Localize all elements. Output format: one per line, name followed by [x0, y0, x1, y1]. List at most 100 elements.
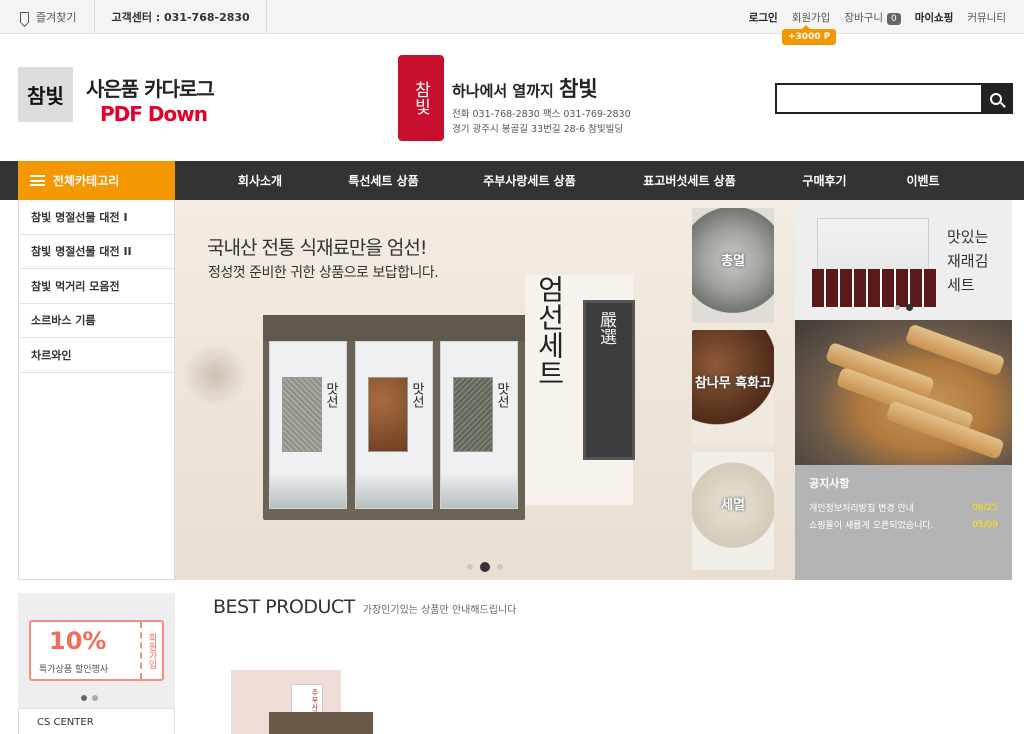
card-hills — [270, 473, 346, 508]
catalog-title: 사은품 카다로그 — [86, 77, 215, 101]
card-window — [453, 377, 493, 452]
gift-card: 맛선 — [269, 341, 347, 509]
seaweed-box-image — [812, 218, 936, 307]
product-packs — [269, 712, 373, 734]
favorites-link[interactable]: 즐겨찾기 — [20, 0, 96, 34]
best-product-title: BEST PRODUCT — [213, 596, 355, 618]
catalog-download-link[interactable]: 사은품 카다로그 PDF Down — [86, 73, 215, 126]
nav-item-company[interactable]: 회사소개 — [195, 172, 325, 189]
mypage-link[interactable]: 마이쇼핑 — [915, 10, 954, 25]
best-product-header: BEST PRODUCT 가장인기있는 상품만 안내해드립니다 — [213, 596, 516, 618]
notice-item[interactable]: 개인정보처리방침 변경 안내 06/25 — [809, 499, 998, 516]
pagination-dot[interactable] — [467, 564, 473, 570]
seal-scroll: 嚴選 — [583, 300, 635, 460]
side-ad-line: 세트 — [947, 276, 975, 294]
card-window — [368, 377, 408, 452]
side-ad-line: 맛있는 — [947, 228, 989, 246]
best-product-subtitle: 가장인기있는 상품만 안내해드립니다 — [362, 605, 517, 616]
pagination-dot-active[interactable] — [906, 304, 913, 311]
all-categories-label: 전체카테고리 — [53, 174, 120, 188]
search-input[interactable] — [777, 85, 981, 112]
tree-illustration — [185, 340, 245, 410]
notice-text: 쇼핑몰이 새롭게 오픈되었습니다. — [809, 521, 934, 531]
photo-label: 세멸 — [721, 498, 745, 513]
login-link[interactable]: 로그인 — [749, 10, 778, 25]
all-categories-button[interactable]: 전체카테고리 — [18, 161, 175, 200]
notice-box: 공지사항 개인정보처리방침 변경 안내 06/25 쇼핑몰이 새롭게 오픈되었습… — [795, 465, 1012, 580]
bookmark-icon — [20, 11, 29, 23]
search-button[interactable] — [981, 85, 1011, 112]
brand-address: 경기 광주시 봉골길 33번길 28-6 참빛빌딩 — [452, 124, 624, 135]
category-item[interactable]: 참빛 명절선물 대전 II — [19, 235, 174, 269]
catalog-logo[interactable]: 참빛 — [18, 67, 73, 122]
cart-count-badge: 0 — [886, 12, 901, 25]
promo-pagination — [81, 695, 98, 701]
banner-pagination — [467, 562, 503, 572]
join-link[interactable]: 회원가입 — [792, 10, 831, 25]
tagline-prefix: 하나에서 열까지 — [452, 82, 554, 100]
category-item[interactable]: 참빛 먹거리 모음전 — [19, 269, 174, 304]
category-item[interactable]: 참빛 명절선물 대전 I — [19, 200, 174, 235]
menu-icon — [30, 175, 45, 186]
pagination-dot-active[interactable] — [81, 695, 87, 701]
search-box — [775, 83, 1013, 114]
category-list: 참빛 명절선물 대전 I 참빛 명절선물 대전 II 참빛 먹거리 모음전 소르… — [18, 200, 175, 580]
search-icon — [990, 92, 1002, 105]
cs-center-title: CS CENTER — [18, 708, 175, 734]
notice-date: 05/09 — [972, 519, 998, 530]
cart-link[interactable]: 장바구니 0 — [844, 10, 901, 25]
cs-phone: 고객센터 : 031-768-2830 — [95, 0, 267, 34]
brand-tagline: 하나에서 열까지 참빛 — [452, 73, 631, 103]
nav-item-mushroom-set[interactable]: 표고버섯세트 상품 — [617, 172, 762, 189]
gift-box-lid — [263, 315, 525, 341]
seaweed-tray — [812, 269, 936, 307]
catalog-pdf-label: PDF Down — [100, 102, 208, 126]
promo-banner[interactable]: 10% 특가상품 할인행사 회원가입 — [18, 593, 175, 708]
side-ad-seaweed[interactable]: 맛있는 재래김 세트 — [795, 200, 1012, 320]
promo-text: 특가상품 할인행사 — [39, 665, 109, 675]
pagination-dot[interactable] — [92, 695, 98, 701]
side-ad-text: 맛있는 재래김 세트 — [947, 225, 988, 297]
food-photo[interactable] — [795, 320, 1012, 465]
card-label: 맛선 — [323, 382, 338, 408]
community-link[interactable]: 커뮤니티 — [967, 10, 1006, 25]
card-label: 맛선 — [409, 382, 424, 408]
top-bar-left: 즐겨찾기 고객센터 : 031-768-2830 — [20, 0, 267, 34]
category-item[interactable]: 차르와인 — [19, 338, 174, 373]
product-thumbnail[interactable]: 주부사랑 — [231, 670, 373, 734]
nav-item-special-set[interactable]: 특선세트 상품 — [325, 172, 442, 189]
pagination-dot[interactable] — [895, 305, 900, 310]
nav-item-housewife-set[interactable]: 주부사랑세트 상품 — [442, 172, 617, 189]
brand-seal-text: 참빛 — [410, 81, 431, 115]
cart-label: 장바구니 — [844, 11, 883, 24]
brand-seal: 참빛 — [398, 55, 444, 141]
side-ad-pagination — [895, 304, 913, 311]
notice-item[interactable]: 쇼핑몰이 새롭게 오픈되었습니다. 05/09 — [809, 516, 998, 533]
notice-text: 개인정보처리방침 변경 안내 — [809, 504, 915, 514]
photo-label: 총멸 — [721, 254, 745, 269]
category-item[interactable]: 소르바스 기름 — [19, 304, 174, 338]
card-hills — [356, 473, 432, 508]
seal-title: 嚴選 — [596, 311, 616, 345]
promo-percent: 10% — [49, 627, 107, 655]
anchovy-photo: 총멸 — [692, 208, 774, 323]
gift-card: 맛선 — [440, 341, 518, 509]
tagline-brand: 참빛 — [559, 76, 598, 101]
banner-subline: 정성껏 준비한 귀한 상품으로 보답합니다. — [208, 265, 439, 281]
set-title: 엄선세트 — [533, 275, 567, 387]
main-banner[interactable]: 국내산 전통 식재료만을 엄선! 정성껏 준비한 귀한 상품으로 보답합니다. … — [175, 200, 795, 580]
gift-card: 맛선 — [355, 341, 433, 509]
brand-logo[interactable]: 참빛 하나에서 열까지 참빛 전화 031-768-2830 팩스 031-76… — [398, 55, 631, 141]
nav-menu: 회사소개 특선세트 상품 주부사랑세트 상품 표고버섯세트 상품 구매후기 이벤… — [195, 161, 959, 200]
nav-item-events[interactable]: 이벤트 — [887, 172, 959, 189]
photo-label: 참나무 흑화고 — [694, 376, 772, 391]
promo-stamp: 회원가입 — [140, 622, 162, 679]
nav-item-reviews[interactable]: 구매후기 — [762, 172, 887, 189]
card-hills — [441, 473, 517, 508]
pagination-dot[interactable] — [497, 564, 503, 570]
gift-box-image: 맛선 맛선 맛선 — [263, 315, 525, 520]
notice-date: 06/25 — [972, 502, 998, 513]
brand-contact: 전화 031-768-2830 팩스 031-769-2830 — [452, 109, 631, 120]
pagination-dot-active[interactable] — [480, 562, 490, 572]
notice-title[interactable]: 공지사항 — [809, 475, 998, 491]
